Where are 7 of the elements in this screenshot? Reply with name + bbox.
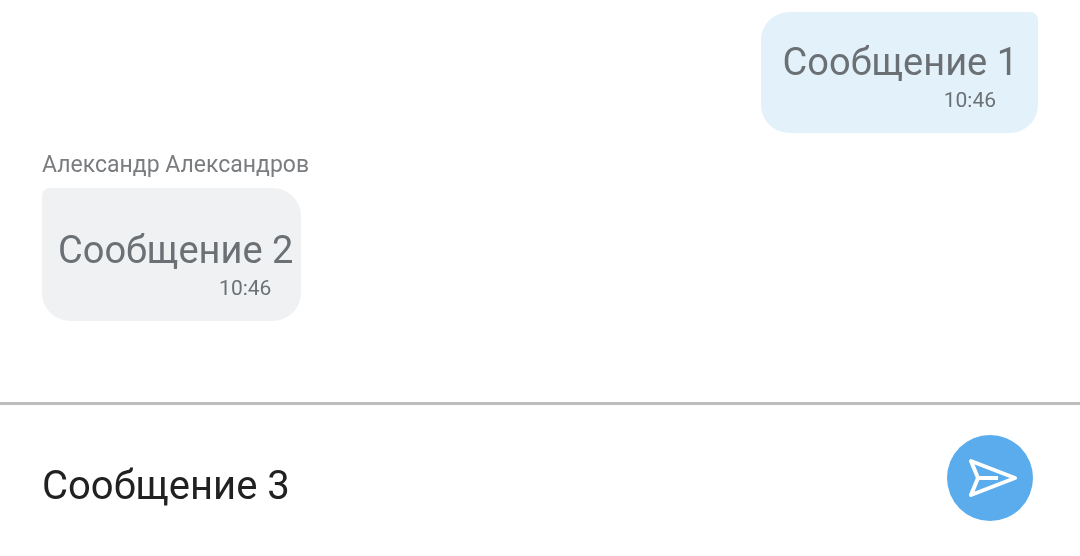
message-text: Сообщение 2: [58, 228, 294, 272]
message-input[interactable]: Сообщение 3: [42, 455, 742, 516]
message-text: Сообщение 1: [782, 40, 1018, 84]
message-time: 10:46: [219, 278, 272, 299]
send-icon: [968, 457, 1018, 498]
sender-name: Александр Александров: [42, 153, 310, 176]
message-time: 10:46: [943, 90, 996, 111]
